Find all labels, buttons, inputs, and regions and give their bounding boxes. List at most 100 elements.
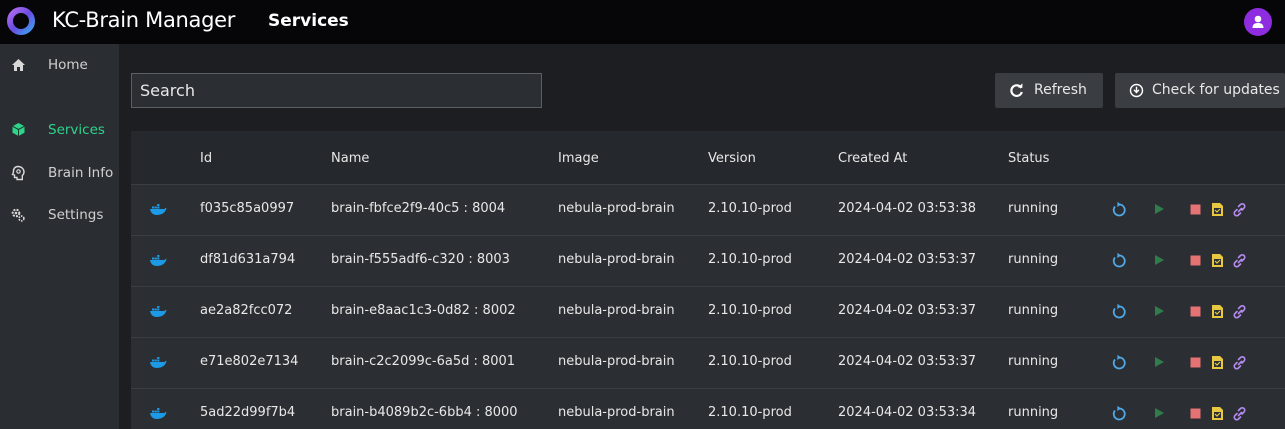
logs-button[interactable] — [1209, 200, 1225, 218]
log-file-icon — [1211, 355, 1223, 369]
cell-image: nebula-prod-brain — [558, 354, 675, 369]
cell-status: running — [1008, 201, 1059, 216]
log-file-icon — [1211, 202, 1223, 216]
start-button[interactable] — [1151, 404, 1167, 422]
check-updates-label: Check for updates — [1152, 82, 1280, 98]
cell-image: nebula-prod-brain — [558, 303, 675, 318]
stop-button[interactable] — [1187, 200, 1203, 218]
column-header-created-at[interactable]: Created At — [838, 151, 907, 166]
table-row[interactable]: 5ad22d99f7b4 brain-b4089b2c-6bb4 : 8000 … — [131, 389, 1285, 429]
row-actions — [1111, 302, 1271, 320]
refresh-button[interactable]: Refresh — [995, 73, 1103, 108]
restart-icon — [1112, 201, 1126, 216]
restart-button[interactable] — [1111, 353, 1127, 371]
row-actions — [1111, 404, 1271, 422]
table-row[interactable]: e71e802e7134 brain-c2c2099c-6a5d : 8001 … — [131, 338, 1285, 389]
logs-button[interactable] — [1209, 302, 1225, 320]
link-icon — [1233, 202, 1245, 216]
restart-icon — [1112, 405, 1126, 420]
start-button[interactable] — [1151, 251, 1167, 269]
link-button[interactable] — [1231, 251, 1247, 269]
restart-button[interactable] — [1111, 200, 1127, 218]
cell-id: ae2a82fcc072 — [200, 303, 293, 318]
cell-created-at: 2024-04-02 03:53:37 — [838, 303, 977, 318]
cell-name: brain-c2c2099c-6a5d : 8001 — [331, 354, 516, 369]
link-button[interactable] — [1231, 302, 1247, 320]
link-icon — [1233, 406, 1245, 420]
logs-button[interactable] — [1209, 404, 1225, 422]
stop-button[interactable] — [1187, 404, 1203, 422]
link-icon — [1233, 253, 1245, 267]
stop-icon — [1190, 306, 1200, 316]
sidebar-item-label: Home — [48, 57, 88, 73]
restart-icon — [1112, 303, 1126, 318]
cell-id: e71e802e7134 — [200, 354, 299, 369]
cell-created-at: 2024-04-02 03:53:34 — [838, 405, 977, 420]
cell-version: 2.10.10-prod — [708, 405, 792, 420]
column-header-version[interactable]: Version — [708, 151, 756, 166]
cell-name: brain-f555adf6-c320 : 8003 — [331, 252, 510, 267]
sidebar-item-label: Settings — [48, 207, 104, 223]
cell-name: brain-fbfce2f9-40c5 : 8004 — [331, 201, 506, 216]
column-header-id[interactable]: Id — [200, 151, 212, 166]
home-icon — [10, 57, 26, 73]
log-file-icon — [1211, 304, 1223, 318]
check-updates-button[interactable]: Check for updates — [1115, 73, 1285, 108]
search-input[interactable] — [131, 73, 542, 108]
table-row[interactable]: f035c85a0997 brain-fbfce2f9-40c5 : 8004 … — [131, 185, 1285, 236]
logs-button[interactable] — [1209, 251, 1225, 269]
row-actions — [1111, 353, 1271, 371]
app-title: KC-Brain Manager — [52, 8, 236, 32]
start-button[interactable] — [1151, 353, 1167, 371]
cell-status: running — [1008, 303, 1059, 318]
cell-status: running — [1008, 405, 1059, 420]
cell-image: nebula-prod-brain — [558, 252, 675, 267]
cell-version: 2.10.10-prod — [708, 303, 792, 318]
link-button[interactable] — [1231, 200, 1247, 218]
link-button[interactable] — [1231, 353, 1247, 371]
stop-icon — [1190, 408, 1200, 418]
cell-name: brain-b4089b2c-6bb4 : 8000 — [331, 405, 518, 420]
cell-created-at: 2024-04-02 03:53:38 — [838, 201, 977, 216]
cell-version: 2.10.10-prod — [708, 201, 792, 216]
sidebar-item-services[interactable]: Services — [0, 108, 119, 150]
user-icon — [1252, 15, 1264, 28]
logs-button[interactable] — [1209, 353, 1225, 371]
sidebar: Home Services Brain Info Settings — [0, 44, 119, 429]
stop-icon — [1190, 204, 1200, 214]
sidebar-item-home[interactable]: Home — [0, 44, 119, 86]
cell-name: brain-e8aac1c3-0d82 : 8002 — [331, 303, 516, 318]
log-file-icon — [1211, 406, 1223, 420]
cell-created-at: 2024-04-02 03:53:37 — [838, 252, 977, 267]
column-header-image[interactable]: Image — [558, 151, 599, 166]
table-row[interactable]: ae2a82fcc072 brain-e8aac1c3-0d82 : 8002 … — [131, 287, 1285, 338]
stop-icon — [1190, 255, 1200, 265]
stop-button[interactable] — [1187, 251, 1203, 269]
download-circle-icon — [1129, 83, 1144, 98]
docker-whale-icon — [150, 204, 167, 215]
play-icon — [1155, 255, 1164, 265]
cell-version: 2.10.10-prod — [708, 354, 792, 369]
sidebar-item-settings[interactable]: Settings — [0, 194, 119, 236]
stop-icon — [1190, 357, 1200, 367]
top-bar: KC-Brain Manager Services — [0, 0, 1285, 44]
start-button[interactable] — [1151, 200, 1167, 218]
sidebar-item-brain-info[interactable]: Brain Info — [0, 152, 119, 194]
column-header-status[interactable]: Status — [1008, 151, 1049, 166]
stop-button[interactable] — [1187, 302, 1203, 320]
kc-brain-logo-icon — [7, 7, 35, 35]
restart-button[interactable] — [1111, 251, 1127, 269]
table-row[interactable]: df81d631a794 brain-f555adf6-c320 : 8003 … — [131, 236, 1285, 287]
link-button[interactable] — [1231, 404, 1247, 422]
user-avatar-button[interactable] — [1244, 8, 1272, 36]
restart-button[interactable] — [1111, 404, 1127, 422]
column-header-name[interactable]: Name — [331, 151, 369, 166]
cell-id: df81d631a794 — [200, 252, 296, 267]
stop-button[interactable] — [1187, 353, 1203, 371]
link-icon — [1233, 304, 1245, 318]
cell-image: nebula-prod-brain — [558, 201, 675, 216]
log-file-icon — [1211, 253, 1223, 267]
restart-button[interactable] — [1111, 302, 1127, 320]
start-button[interactable] — [1151, 302, 1167, 320]
docker-whale-icon — [150, 306, 167, 317]
